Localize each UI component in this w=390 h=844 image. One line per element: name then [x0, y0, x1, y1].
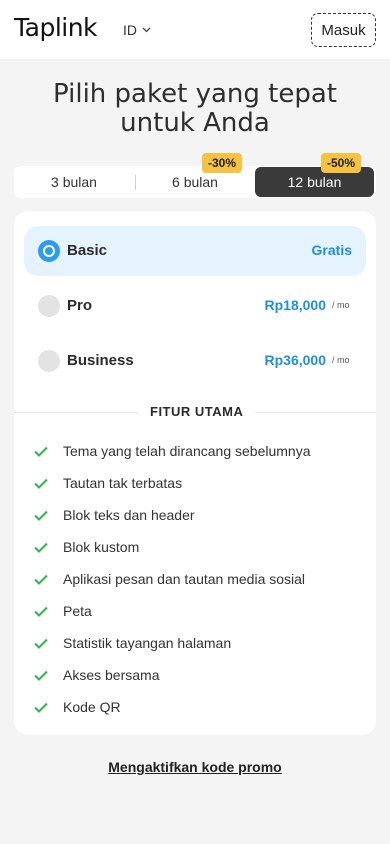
- page-title: Pilih paket yang tepat untuk Anda: [53, 79, 337, 138]
- language-label: ID: [123, 22, 137, 38]
- check-icon: [34, 446, 48, 457]
- feature-item: Kode QR: [34, 697, 121, 717]
- feature-label: Blok teks dan header: [63, 507, 195, 523]
- plan-name: Business: [67, 352, 134, 369]
- check-icon: [34, 670, 48, 681]
- feature-item: Tema yang telah dirancang sebelumnya: [34, 441, 311, 461]
- plan-period: / mo: [332, 355, 350, 365]
- plan-option-pro[interactable]: Pro Rp18,000 / mo: [24, 281, 366, 331]
- check-icon: [34, 478, 48, 489]
- radio-unselected-icon[interactable]: [38, 350, 60, 372]
- radio-unselected-icon[interactable]: [38, 295, 60, 317]
- discount-badge-6-months: -30%: [202, 153, 243, 173]
- check-icon: [34, 542, 48, 553]
- feature-label: Peta: [63, 603, 92, 619]
- feature-item: Statistik tayangan halaman: [34, 633, 231, 653]
- feature-item: Tautan tak terbatas: [34, 473, 182, 493]
- plan-period: / mo: [332, 300, 350, 310]
- plan-name: Pro: [67, 297, 93, 314]
- taplink-logo[interactable]: Taplink: [14, 13, 98, 42]
- feature-label: Kode QR: [63, 699, 121, 715]
- feature-item: Peta: [34, 601, 92, 621]
- tab-3-months[interactable]: 3 bulan: [14, 166, 134, 198]
- feature-item: Blok kustom: [34, 537, 139, 557]
- feature-label: Blok kustom: [63, 539, 140, 555]
- feature-label: Akses bersama: [63, 667, 160, 683]
- feature-item: Aplikasi pesan dan tautan media sosial: [34, 569, 305, 589]
- plan-option-business[interactable]: Business Rp36,000 / mo: [24, 336, 366, 386]
- plans-card: Basic Gratis Pro Rp18,000 / mo Business …: [14, 211, 376, 735]
- language-selector[interactable]: ID: [123, 22, 151, 38]
- feature-label: Tema yang telah dirancang sebelumnya: [63, 443, 311, 459]
- activate-promo-code-link[interactable]: Mengaktifkan kode promo: [0, 759, 390, 775]
- plan-price: Rp18,000: [264, 297, 326, 313]
- feature-label: Aplikasi pesan dan tautan media sosial: [63, 571, 306, 587]
- plan-price: Gratis: [311, 242, 352, 258]
- login-button[interactable]: Masuk: [311, 13, 376, 47]
- check-icon: [34, 638, 48, 649]
- chevron-down-icon: [142, 27, 151, 33]
- feature-item: Blok teks dan header: [34, 505, 195, 525]
- check-icon: [34, 574, 48, 585]
- plan-price: Rp36,000: [264, 352, 326, 368]
- plan-option-basic[interactable]: Basic Gratis: [24, 226, 366, 276]
- feature-label: Tautan tak terbatas: [63, 475, 183, 491]
- features-title: FITUR UTAMA: [138, 404, 256, 419]
- feature-label: Statistik tayangan halaman: [63, 635, 232, 651]
- check-icon: [34, 702, 48, 713]
- discount-badge-12-months: -50%: [321, 153, 362, 173]
- check-icon: [34, 606, 48, 617]
- top-bar: Taplink ID Masuk: [0, 0, 390, 59]
- feature-item: Akses bersama: [34, 665, 159, 685]
- check-icon: [34, 510, 48, 521]
- radio-selected-icon[interactable]: [38, 240, 60, 262]
- plan-name: Basic: [67, 242, 108, 259]
